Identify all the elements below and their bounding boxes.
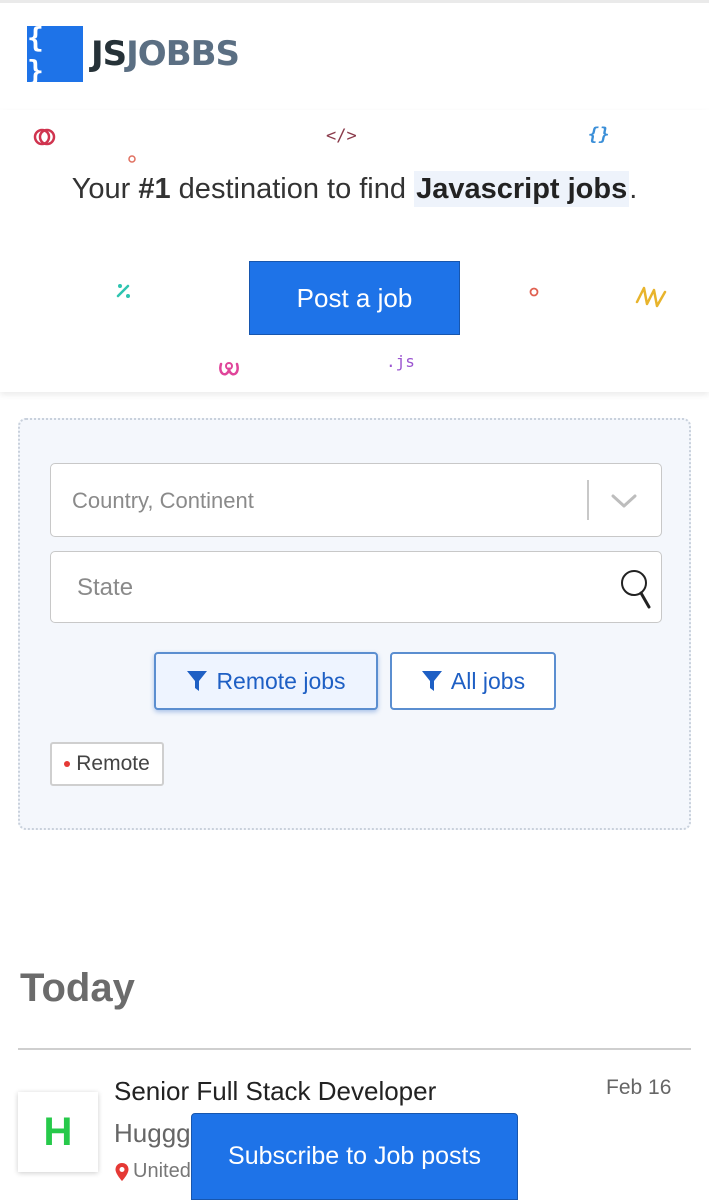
filter-icon [187, 671, 208, 691]
search-icon[interactable] [619, 568, 653, 610]
circle-decoration-icon [529, 287, 539, 297]
state-input[interactable] [77, 570, 597, 606]
hero-banner: </> {} Your #1 destination to find Javas… [0, 110, 709, 392]
job-location-text: United [133, 1160, 191, 1182]
tagline-text-2: destination to find [170, 173, 415, 205]
all-jobs-label: All jobs [450, 667, 526, 694]
site-name: JSJOBBS [91, 34, 240, 74]
remote-jobs-button[interactable]: Remote jobs [154, 652, 378, 710]
company-name: Huggg [114, 1118, 191, 1148]
rings-decoration-icon [33, 128, 56, 146]
remote-filter-tag[interactable]: Remote [50, 742, 164, 786]
country-select-placeholder: Country, Continent [72, 488, 254, 513]
filter-icon [421, 671, 442, 691]
chevron-down-icon[interactable] [609, 490, 639, 512]
filter-panel: Country, Continent Remote jobs All jobs … [18, 418, 691, 830]
job-location: United [114, 1160, 191, 1183]
js-decoration-icon: .js [386, 352, 415, 371]
job-title[interactable]: Senior Full Stack Developer [114, 1076, 436, 1107]
sparkle-decoration-icon [116, 284, 130, 298]
tagline-rank: #1 [138, 173, 171, 205]
select-separator [587, 480, 589, 520]
hero-tagline: Your #1 destination to find Javascript j… [0, 171, 709, 207]
top-bar: { } JSJOBBS [0, 0, 709, 110]
location-pin-icon [115, 1162, 129, 1181]
tagline-end: . [629, 173, 638, 205]
tag-dot-icon [64, 761, 71, 767]
code-tag-decoration-icon: </> [326, 126, 357, 146]
all-jobs-button[interactable]: All jobs [390, 652, 556, 710]
braces-decoration-icon: {} [588, 124, 610, 145]
swirl-decoration-icon [219, 362, 239, 376]
remote-tag-label: Remote [76, 752, 150, 775]
dot-decoration-icon [128, 155, 136, 163]
logo-js-text: JS [91, 34, 127, 74]
braces-logo-icon: { } [27, 21, 83, 87]
post-job-button[interactable]: Post a job [249, 261, 460, 335]
site-logo[interactable]: { } JSJOBBS [27, 21, 240, 87]
zigzag-decoration-icon [635, 286, 667, 308]
subscribe-button[interactable]: Subscribe to Job posts [191, 1113, 518, 1200]
tagline-text: Your [71, 173, 139, 205]
country-select[interactable]: Country, Continent [50, 463, 662, 537]
section-title: Today [20, 966, 135, 1010]
section-divider [18, 1048, 691, 1050]
logo-jobbs-text: JOBBS [126, 34, 240, 74]
remote-jobs-label: Remote jobs [216, 667, 346, 694]
state-field[interactable] [50, 551, 662, 623]
company-logo: H [18, 1092, 98, 1172]
job-date: Feb 16 [606, 1076, 672, 1099]
tagline-highlight: Javascript jobs [414, 171, 630, 207]
